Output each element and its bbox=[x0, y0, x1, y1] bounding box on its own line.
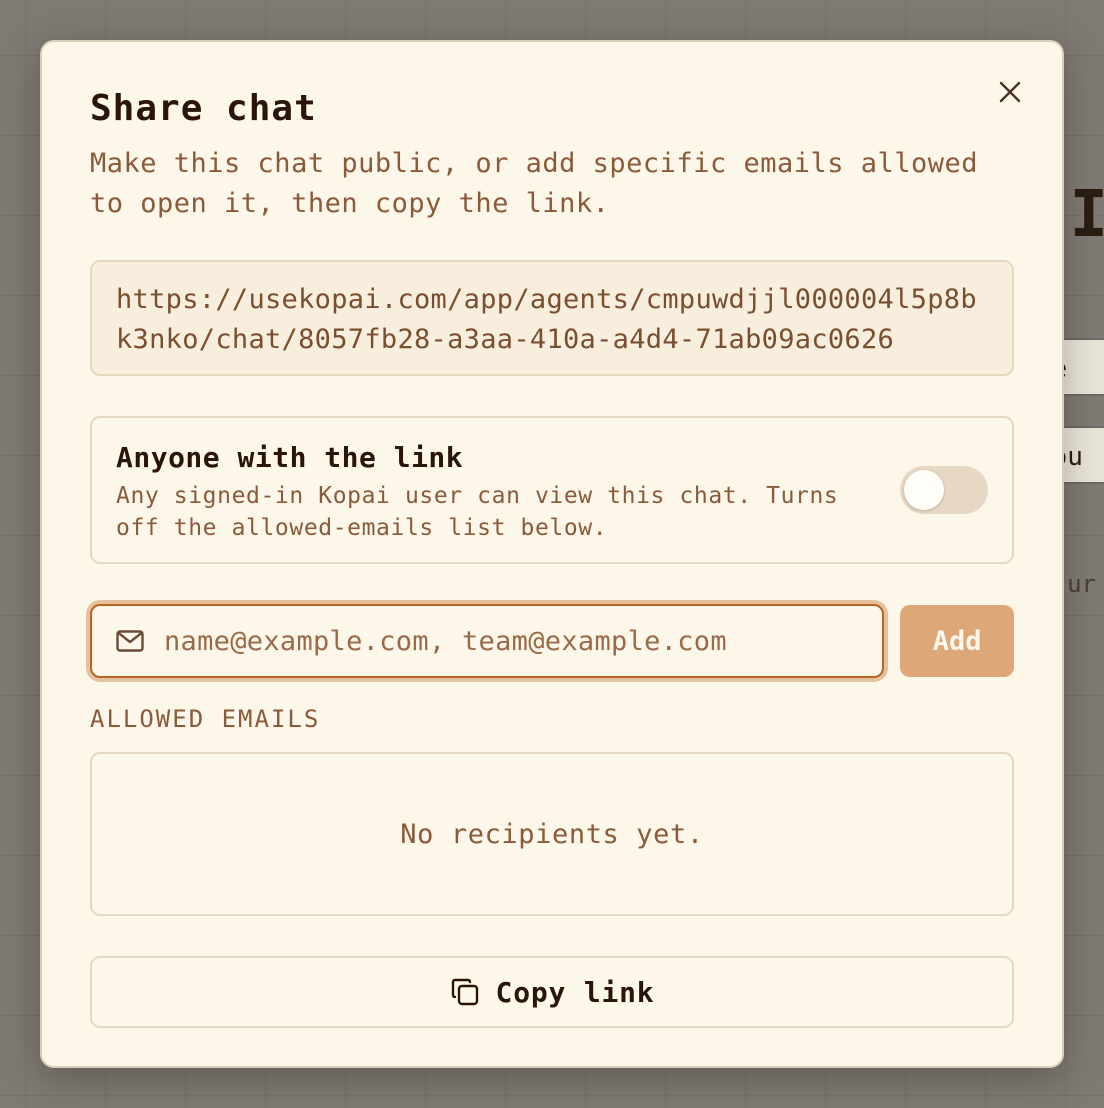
empty-recipients-message: No recipients yet. bbox=[400, 818, 704, 850]
share-url-field[interactable]: https://usekopai.com/app/agents/cmpuwdjj… bbox=[90, 260, 1014, 376]
background-hint-fragment: ur bbox=[1067, 570, 1096, 598]
copy-link-button[interactable]: Copy link bbox=[90, 956, 1014, 1028]
share-chat-dialog: Share chat Make this chat public, or add… bbox=[40, 40, 1064, 1068]
public-access-title: Anyone with the link bbox=[116, 441, 464, 474]
public-access-toggle[interactable] bbox=[900, 466, 988, 514]
dialog-description: Make this chat public, or add specific e… bbox=[90, 148, 979, 219]
allowed-emails-list: No recipients yet. bbox=[90, 752, 1014, 916]
copy-link-label: Copy link bbox=[495, 975, 655, 1009]
email-input-container[interactable] bbox=[90, 604, 885, 678]
close-button[interactable] bbox=[992, 74, 1028, 110]
email-entry-row: Add bbox=[90, 604, 1014, 678]
add-email-button[interactable]: Add bbox=[900, 605, 1014, 677]
email-input[interactable] bbox=[162, 624, 866, 658]
allowed-emails-label: ALLOWED EMAILS bbox=[90, 705, 321, 733]
mail-icon bbox=[116, 630, 144, 652]
toggle-knob bbox=[904, 470, 944, 510]
public-access-description: Any signed-in Kopai user can view this c… bbox=[116, 483, 839, 541]
close-icon bbox=[998, 80, 1022, 104]
public-access-card: Anyone with the link Any signed-in Kopai… bbox=[90, 416, 1014, 564]
dialog-title: Share chat bbox=[90, 88, 317, 129]
copy-icon bbox=[450, 977, 480, 1007]
